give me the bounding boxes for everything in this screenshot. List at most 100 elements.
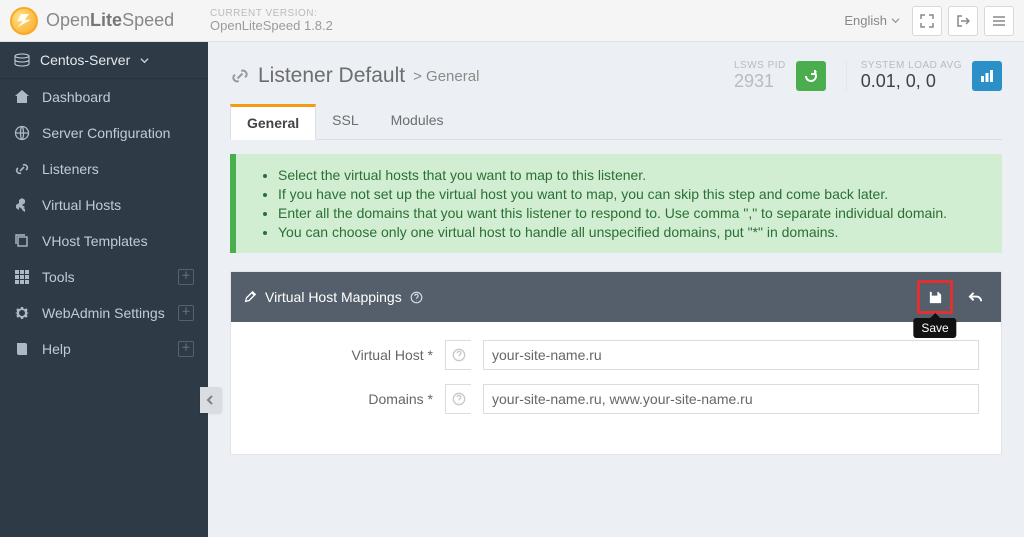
sidebar-item-help[interactable]: Help ＋ [0,331,208,367]
nav: Dashboard Server Configuration Listeners… [0,79,208,367]
fullscreen-button[interactable] [912,6,942,36]
server-icon [14,52,30,68]
stat-load: SYSTEM LOAD AVG 0.01, 0, 0 [846,60,1002,92]
tip-item: If you have not set up the virtual host … [278,186,982,202]
tip-item: Select the virtual hosts that you want t… [278,167,982,183]
sidebar-item-label: Help [42,341,71,357]
brand-logo-icon [10,7,38,35]
sidebar-collapse-button[interactable] [200,387,222,413]
sidebar-item-label: Tools [42,269,75,285]
main-content: Listener Default > General LSWS PID 2931… [208,42,1024,537]
stat-label: SYSTEM LOAD AVG [861,60,962,71]
expand-icon: ＋ [178,269,194,285]
chart-icon [979,68,995,84]
sidebar-item-label: WebAdmin Settings [42,305,165,321]
expand-icon: ＋ [178,305,194,321]
server-selector-label: Centos-Server [40,52,130,68]
tip-item: Enter all the domains that you want this… [278,205,982,221]
stat-value: 0.01, 0, 0 [861,71,962,92]
form-row-vhost: Virtual Host * [253,340,979,370]
sidebar-item-dashboard[interactable]: Dashboard [0,79,208,115]
tab-label: SSL [332,112,358,128]
tab-ssl[interactable]: SSL [316,104,374,139]
save-icon [928,290,943,305]
help-icon [452,348,466,362]
sidebar-item-label: Virtual Hosts [42,197,121,213]
domains-input[interactable] [483,384,979,414]
version-block: CURRENT VERSION: OpenLiteSpeed 1.8.2 [210,8,333,33]
stat-value: 2931 [734,71,786,92]
field-help-button[interactable] [445,340,471,370]
sidebar-item-label: Server Configuration [42,125,170,141]
sidebar-item-label: Dashboard [42,89,111,105]
save-button[interactable]: Save [921,284,949,310]
cubes-icon [14,197,30,213]
restart-button[interactable] [796,61,826,91]
clone-icon [14,233,30,249]
save-highlight: Save [917,280,953,314]
logout-button[interactable] [948,6,978,36]
expand-icon: ＋ [178,341,194,357]
edit-icon [243,290,257,304]
sidebar-item-virtual-hosts[interactable]: Virtual Hosts [0,187,208,223]
expand-icon [920,14,934,28]
sidebar-item-label: Listeners [42,161,99,177]
tabs: General SSL Modules [230,104,1002,140]
sidebar-item-server-configuration[interactable]: Server Configuration [0,115,208,151]
help-tip-box: Select the virtual hosts that you want t… [230,154,1002,253]
panel-header: Virtual Host Mappings Save [231,272,1001,322]
stat-label: LSWS PID [734,60,786,71]
panel-body: Virtual Host * Domains * [231,322,1001,454]
sidebar-item-label: VHost Templates [42,233,148,249]
panel-title: Virtual Host Mappings [265,289,402,305]
globe-icon [14,125,30,141]
field-help-button[interactable] [445,384,471,414]
chevron-down-icon [140,56,149,65]
gear-icon [14,305,30,321]
form-row-domains: Domains * [253,384,979,414]
grid-icon [14,269,30,285]
undo-button[interactable] [961,284,989,310]
book-icon [14,341,30,357]
home-icon [14,89,30,105]
stats-button[interactable] [972,61,1002,91]
stat-pid: LSWS PID 2931 [720,60,826,92]
refresh-icon [803,68,819,84]
sidebar-item-vhost-templates[interactable]: VHost Templates [0,223,208,259]
undo-icon [968,290,983,305]
link-icon [14,161,30,177]
sidebar-item-listeners[interactable]: Listeners [0,151,208,187]
logout-icon [956,14,970,28]
tab-label: Modules [391,112,444,128]
sidebar-item-tools[interactable]: Tools ＋ [0,259,208,295]
help-icon [410,291,423,304]
virtual-host-input[interactable] [483,340,979,370]
tab-modules[interactable]: Modules [375,104,460,139]
topbar: OpenLiteSpeed CURRENT VERSION: OpenLiteS… [0,0,1024,42]
field-label: Virtual Host * [253,347,433,363]
help-icon [452,392,466,406]
tab-label: General [247,115,299,131]
field-label: Domains * [253,391,433,407]
link-icon [230,66,250,86]
page-header: Listener Default > General LSWS PID 2931… [230,60,1002,92]
server-selector[interactable]: Centos-Server [0,42,208,79]
tab-general[interactable]: General [230,104,316,140]
page-title: Listener Default > General [230,64,479,88]
brand-name: OpenLiteSpeed [46,10,174,31]
breadcrumb: > General [413,68,479,85]
tooltip: Save [913,318,956,338]
language-label: English [844,13,887,28]
version-value: OpenLiteSpeed 1.8.2 [210,19,333,33]
sidebar: Centos-Server Dashboard Server Configura… [0,42,208,537]
arrow-left-icon [205,394,217,406]
page-title-text: Listener Default [258,64,405,88]
brand[interactable]: OpenLiteSpeed [10,7,210,35]
sidebar-item-webadmin-settings[interactable]: WebAdmin Settings ＋ [0,295,208,331]
language-switcher[interactable]: English [838,9,906,32]
menu-button[interactable] [984,6,1014,36]
vhost-mappings-panel: Virtual Host Mappings Save Virtual Host … [230,271,1002,455]
chevron-down-icon [891,16,900,25]
menu-icon [992,14,1006,28]
tip-item: You can choose only one virtual host to … [278,224,982,240]
